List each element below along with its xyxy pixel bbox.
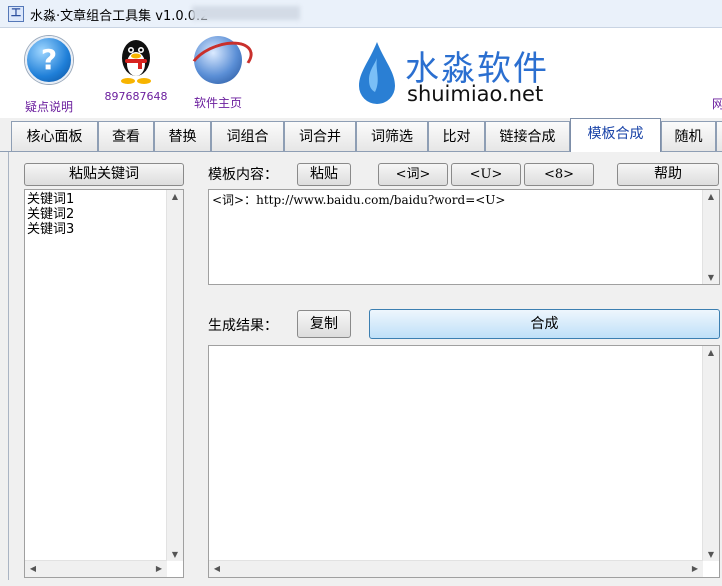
template-editor[interactable]: <词>：http://www.baidu.com/baidu?word=<U> …: [208, 189, 720, 285]
title-bar: 工 水淼·文章组合工具集 v1.0.0.2: [0, 0, 722, 28]
paste-keywords-button[interactable]: 粘贴关键词: [24, 163, 184, 186]
scroll-down-arrow-icon[interactable]: ▼: [703, 550, 719, 559]
globe-icon: [194, 36, 242, 84]
tab-word-filter[interactable]: 词筛选: [356, 121, 428, 151]
help-question-icon: ?: [25, 36, 73, 84]
scroll-up-arrow-icon[interactable]: ▲: [703, 192, 719, 201]
keyword-horizontal-scrollbar[interactable]: ◀ ▶: [25, 560, 167, 577]
tab-word-combine[interactable]: 词组合: [211, 121, 284, 151]
qq-link[interactable]: 897687648: [104, 36, 168, 103]
template-text[interactable]: <词>：http://www.baidu.com/baidu?word=<U>: [209, 190, 719, 210]
insert-word-tag-button[interactable]: <词>: [378, 163, 448, 186]
tab-replace[interactable]: 替换: [154, 121, 211, 151]
keyword-vertical-scrollbar[interactable]: ▲ ▼: [166, 190, 183, 561]
tab-word-merge[interactable]: 词合并: [284, 121, 356, 151]
tab-core-panel[interactable]: 核心面板: [11, 121, 98, 151]
result-horizontal-scrollbar[interactable]: ◀ ▶: [209, 560, 703, 577]
template-vertical-scrollbar[interactable]: ▲ ▼: [702, 190, 719, 284]
banner: ? 疑点说明 897687648 软件主页 水淼软件 shuimiao.net …: [0, 28, 722, 118]
keyword-item[interactable]: 关键词1: [25, 190, 183, 207]
result-label: 生成结果：: [208, 318, 278, 334]
insert-url-tag-button[interactable]: <U>: [451, 163, 521, 186]
keyword-item[interactable]: 关键词2: [25, 207, 183, 222]
compose-button[interactable]: 合成: [369, 309, 720, 339]
template-content-label: 模板内容：: [208, 167, 278, 183]
help-button[interactable]: 帮助: [617, 163, 719, 186]
qq-number-label: 897687648: [104, 90, 168, 103]
homepage-link[interactable]: 软件主页: [186, 36, 250, 111]
brand-logo-domain: shuimiao.net: [407, 82, 544, 106]
keyword-list[interactable]: 关键词1 关键词2 关键词3 ▲ ▼ ◀ ▶: [24, 189, 184, 578]
scroll-up-arrow-icon[interactable]: ▲: [167, 192, 183, 201]
window-title: 水淼·文章组合工具集 v1.0.0.2: [30, 9, 209, 24]
scroll-left-arrow-icon[interactable]: ◀: [25, 564, 41, 573]
copy-result-button[interactable]: 复制: [297, 310, 351, 338]
help-link[interactable]: ? 疑点说明: [22, 36, 76, 115]
tab-view[interactable]: 查看: [98, 121, 154, 151]
tab-compare[interactable]: 比对: [428, 121, 485, 151]
scroll-down-arrow-icon[interactable]: ▼: [167, 550, 183, 559]
title-redacted-text: [192, 6, 300, 20]
result-text[interactable]: [209, 346, 719, 350]
app-icon: 工: [8, 6, 24, 22]
result-output[interactable]: ▲ ▼ ◀ ▶: [208, 345, 720, 578]
water-drop-logo-icon: [355, 40, 399, 110]
qq-penguin-icon: [118, 36, 154, 84]
homepage-label: 软件主页: [193, 96, 242, 110]
scroll-up-arrow-icon[interactable]: ▲: [703, 348, 719, 357]
result-vertical-scrollbar[interactable]: ▲ ▼: [702, 346, 719, 561]
scroll-down-arrow-icon[interactable]: ▼: [703, 273, 719, 282]
scroll-right-arrow-icon[interactable]: ▶: [151, 564, 167, 573]
banner-right-link[interactable]: 网: [712, 95, 722, 112]
tab-strip: 核心面板 查看 替换 词组合 词合并 词筛选 比对 链接合成 模板合成 随机: [0, 118, 722, 153]
scroll-right-arrow-icon[interactable]: ▶: [687, 564, 703, 573]
scroll-left-arrow-icon[interactable]: ◀: [209, 564, 225, 573]
help-label: 疑点说明: [24, 100, 73, 114]
tab-template-compose[interactable]: 模板合成: [570, 118, 661, 153]
tab-link-compose[interactable]: 链接合成: [485, 121, 570, 151]
paste-template-button[interactable]: 粘贴: [297, 163, 351, 186]
tab-overflow-cut[interactable]: [716, 121, 722, 151]
insert-8-tag-button[interactable]: <8>: [524, 163, 594, 186]
keyword-item[interactable]: 关键词3: [25, 222, 183, 237]
tab-random[interactable]: 随机: [661, 121, 716, 151]
